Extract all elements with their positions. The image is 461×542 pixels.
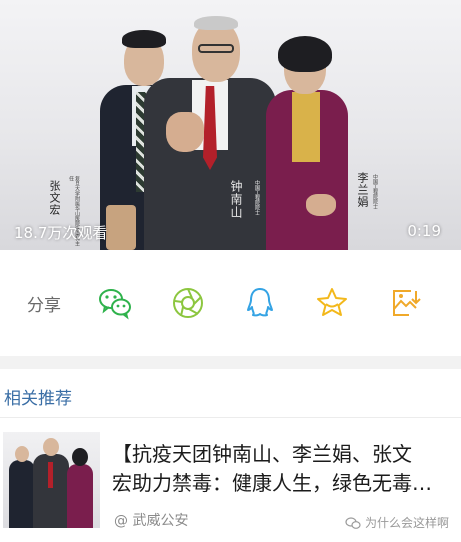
star-icon: [317, 288, 347, 316]
video-player[interactable]: 张文宏 复旦大学附属华山医院感染科主任 钟南山 中国工程院院士 李兰娟 中国工程…: [0, 0, 461, 250]
save-image-icon: [393, 290, 421, 316]
qq-share-button[interactable]: [242, 285, 278, 321]
favorite-button[interactable]: [314, 285, 350, 321]
section-divider: [0, 356, 461, 369]
share-bar: 分享: [0, 250, 461, 356]
signature-left: 张文宏: [48, 180, 61, 216]
related-title: 相关推荐: [4, 389, 72, 409]
share-label: 分享: [27, 296, 61, 316]
related-item-title-line: 【抗疫天团钟南山、李兰娟、张文: [112, 442, 412, 466]
related-item-title[interactable]: 【抗疫天团钟南山、李兰娟、张文 宏助力禁毒：健康人生，绿色无毒…: [112, 440, 457, 498]
related-item-thumbnail[interactable]: [3, 432, 100, 528]
watermark: 为什么会这样啊: [345, 514, 449, 531]
video-duration: 0:19: [407, 222, 441, 240]
wechat-share-button[interactable]: [97, 285, 133, 321]
qq-icon: [247, 288, 273, 317]
related-item-source: @ 武威公安: [114, 513, 189, 529]
wechat-logo-icon: [345, 516, 361, 529]
related-item-title-line: 宏助力禁毒：健康人生，绿色无毒…: [112, 471, 432, 495]
save-image-button[interactable]: [387, 285, 423, 321]
person-right: [262, 34, 352, 250]
moments-share-button[interactable]: [170, 285, 206, 321]
view-count: 18.7万次观看: [14, 224, 108, 242]
caption-center: 中国工程院院士: [254, 180, 260, 215]
moments-icon: [173, 288, 203, 318]
glasses-icon: [198, 44, 234, 53]
signature-center: 钟南山: [229, 180, 243, 219]
related-section-header: 相关推荐: [0, 369, 461, 417]
wechat-icon: [99, 289, 131, 320]
signature-right: 李兰娟: [356, 172, 369, 208]
watermark-text: 为什么会这样啊: [364, 516, 449, 530]
caption-right: 中国工程院院士: [372, 174, 378, 209]
related-item[interactable]: 【抗疫天团钟南山、李兰娟、张文 宏助力禁毒：健康人生，绿色无毒… @ 武威公安 …: [0, 418, 461, 542]
